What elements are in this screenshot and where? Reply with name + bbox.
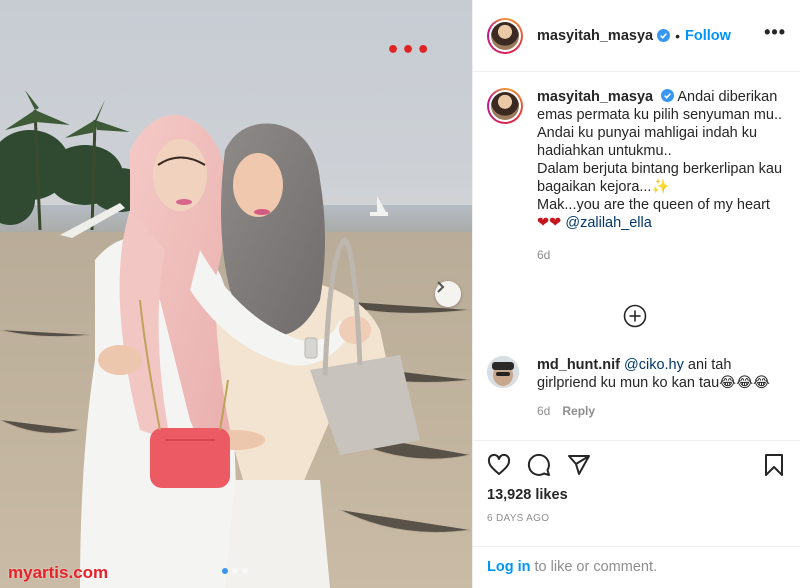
carousel-dot — [232, 568, 238, 574]
caption-time[interactable]: 6d — [537, 246, 789, 264]
verified-badge-icon — [661, 89, 675, 102]
comment-mention[interactable]: @ciko.hy — [624, 357, 684, 373]
login-prompt-text: to like or comment. — [530, 559, 658, 575]
avatar[interactable] — [487, 17, 523, 54]
heart-icon[interactable] — [487, 453, 511, 477]
reply-button[interactable]: Reply — [562, 404, 595, 418]
caption-text: masyitah_masya Andai diberikan emas perm… — [537, 88, 789, 264]
post-side-panel: masyitah_masya • Follow ••• masyitah_mas… — [472, 0, 800, 588]
carousel-indicator — [222, 568, 248, 574]
likes-count[interactable]: 13,928 likes — [487, 487, 568, 503]
login-link[interactable]: Log in — [487, 559, 531, 575]
chevron-right-icon — [437, 281, 445, 293]
follow-button[interactable]: Follow — [685, 28, 731, 44]
carousel-dot — [242, 568, 248, 574]
caption-mention[interactable]: @zalilah_ella — [565, 215, 651, 231]
caption-line: Mak...you are the queen of my heart — [537, 197, 770, 213]
actions-section: 13,928 likes 6 DAYS AGO Log in to like o… — [473, 440, 800, 588]
caption-username[interactable]: masyitah_masya — [537, 89, 653, 105]
comment-avatar[interactable] — [487, 356, 519, 388]
photo-scene — [0, 90, 472, 588]
avatar-frame — [489, 90, 521, 122]
bookmark-icon[interactable] — [762, 453, 786, 477]
more-options-icon[interactable]: ••• — [764, 23, 786, 41]
verified-badge-icon — [657, 29, 671, 42]
comment: md_hunt.nif @ciko.hy ani tah girlpriend … — [487, 356, 789, 418]
comment-username[interactable]: md_hunt.nif — [537, 357, 620, 373]
comment-icon[interactable] — [527, 453, 551, 477]
post-photo[interactable]: ••• myartis.com — [0, 0, 472, 588]
photo-overlay-dots: ••• — [386, 38, 432, 63]
caption-avatar[interactable] — [487, 88, 523, 124]
post-timestamp[interactable]: 6 DAYS AGO — [487, 513, 549, 524]
caption: masyitah_masya Andai diberikan emas perm… — [487, 88, 789, 264]
header-username[interactable]: masyitah_masya — [537, 28, 653, 44]
header-separator: • — [675, 27, 680, 44]
avatar-frame — [489, 19, 521, 52]
watermark: myartis.com — [8, 563, 109, 582]
carousel-dot — [222, 568, 228, 574]
login-prompt: Log in to like or comment. — [473, 546, 800, 588]
hearts-emoji: ❤❤ — [537, 215, 562, 231]
plus-circle-icon[interactable] — [623, 304, 647, 328]
comment-time[interactable]: 6d — [537, 404, 550, 418]
post-header: masyitah_masya • Follow ••• — [473, 0, 800, 72]
caption-line: Dalam berjuta bintang berkerlipan kau ba… — [537, 161, 783, 195]
share-icon[interactable] — [567, 453, 591, 477]
avatar-image — [491, 21, 519, 50]
avatar-image — [491, 92, 519, 120]
next-photo-button[interactable] — [435, 281, 461, 307]
comment-text: md_hunt.nif @ciko.hy ani tah girlpriend … — [537, 356, 789, 392]
caption-line: Andai ku punyai mahligai indah ku hadiah… — [537, 125, 758, 159]
